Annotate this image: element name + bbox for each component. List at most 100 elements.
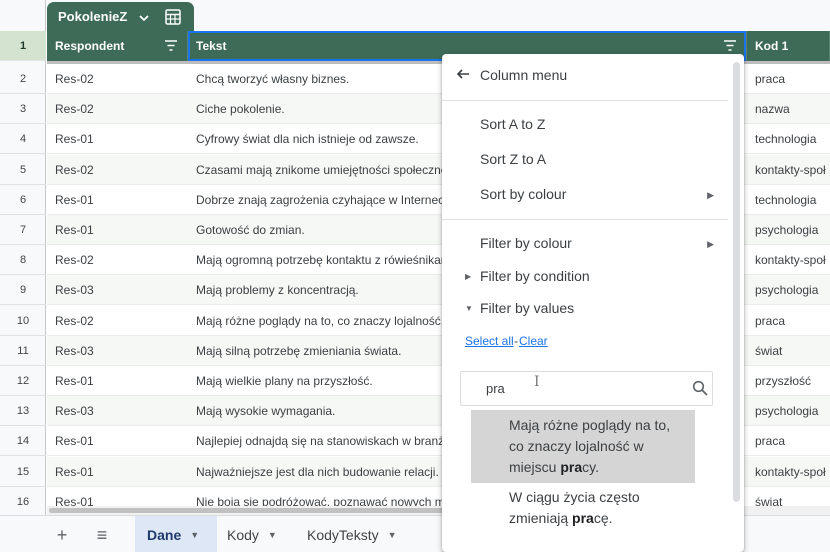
option-match: pra bbox=[560, 459, 583, 475]
column-menu: Column menu Sort A to Z Sort Z to A Sort… bbox=[442, 54, 744, 552]
cell-respondent[interactable]: Res-01 bbox=[47, 185, 188, 215]
cell-kod[interactable]: świat bbox=[747, 336, 830, 366]
all-sheets-button[interactable]: ≡ bbox=[93, 526, 111, 544]
search-icon[interactable] bbox=[692, 380, 708, 396]
cell-respondent[interactable]: Res-02 bbox=[47, 155, 188, 185]
filter-by-condition-item[interactable]: Filter by condition bbox=[480, 268, 590, 284]
clear-link[interactable]: Clear bbox=[519, 334, 548, 348]
cell-kod[interactable]: psychologia bbox=[747, 396, 830, 426]
column-menu-title[interactable]: Column menu bbox=[480, 67, 567, 83]
cell-kod[interactable]: praca bbox=[747, 306, 830, 336]
row-header[interactable]: 6 bbox=[0, 185, 46, 215]
caret-down-icon[interactable]: ▼ bbox=[268, 530, 277, 540]
chevron-down-icon[interactable] bbox=[138, 11, 150, 23]
cell-kod[interactable]: psychologia bbox=[747, 215, 830, 245]
cell-kod[interactable]: praca bbox=[747, 426, 830, 456]
select-all-link[interactable]: Select all bbox=[465, 334, 514, 348]
cell-respondent[interactable]: Res-01 bbox=[47, 457, 188, 487]
filter-icon[interactable] bbox=[165, 40, 177, 51]
sort-by-colour-item[interactable]: Sort by colour bbox=[480, 186, 566, 202]
row-header[interactable]: 12 bbox=[0, 366, 46, 396]
row-header[interactable]: 14 bbox=[0, 426, 46, 456]
cell-respondent[interactable]: Res-01 bbox=[47, 366, 188, 396]
add-sheet-button[interactable]: + bbox=[53, 526, 71, 544]
cell-respondent[interactable]: Res-03 bbox=[47, 396, 188, 426]
cell-kod[interactable]: psychologia bbox=[747, 275, 830, 305]
select-all-corner[interactable] bbox=[0, 0, 46, 31]
sheet-tab-kody[interactable]: Kody ▼ bbox=[215, 516, 297, 552]
row-header[interactable]: 2 bbox=[0, 64, 46, 94]
column-header-respondent[interactable]: Respondent bbox=[47, 31, 188, 61]
cell-respondent[interactable]: Res-01 bbox=[47, 124, 188, 154]
collapse-arrow-icon[interactable]: ▼ bbox=[465, 304, 473, 313]
expand-arrow-icon[interactable]: ▶ bbox=[465, 272, 471, 281]
table-name: PokolenieZ bbox=[58, 9, 128, 24]
option-match: pra bbox=[572, 510, 594, 526]
option-text: cę. bbox=[593, 510, 613, 526]
caret-down-icon[interactable]: ▼ bbox=[388, 530, 397, 540]
row-header[interactable]: 7 bbox=[0, 215, 46, 245]
row-header[interactable]: 11 bbox=[0, 336, 46, 366]
row-headers: 1 2 3 4 5 6 7 8 9 10 11 12 13 14 15 16 bbox=[0, 31, 46, 517]
cell-kod[interactable]: technologia bbox=[747, 124, 830, 154]
row-header[interactable]: 15 bbox=[0, 457, 46, 487]
row-header[interactable]: 9 bbox=[0, 275, 46, 305]
cell-respondent[interactable]: Res-03 bbox=[47, 275, 188, 305]
table-view-icon[interactable] bbox=[164, 8, 182, 26]
filter-by-colour-item[interactable]: Filter by colour bbox=[480, 235, 572, 251]
filter-value-option[interactable]: W ciągu życia często zmieniają pracę. bbox=[471, 482, 695, 534]
caret-down-icon[interactable]: ▼ bbox=[190, 530, 199, 540]
cell-respondent[interactable]: Res-01 bbox=[47, 215, 188, 245]
sheet-tab-dane[interactable]: Dane ▼ bbox=[135, 516, 217, 552]
cell-kod[interactable]: przyszłość bbox=[747, 366, 830, 396]
cell-kod[interactable]: technologia bbox=[747, 185, 830, 215]
cell-respondent[interactable]: Res-03 bbox=[47, 336, 188, 366]
cell-kod[interactable]: nazwa bbox=[747, 94, 830, 124]
column-header-label: Respondent bbox=[55, 39, 125, 53]
cell-kod[interactable]: praca bbox=[747, 64, 830, 94]
sort-z-to-a-item[interactable]: Sort Z to A bbox=[480, 151, 546, 167]
sheet-tab-kodyteksty[interactable]: KodyTeksty ▼ bbox=[295, 516, 420, 552]
cell-respondent[interactable]: Res-02 bbox=[47, 245, 188, 275]
table-name-chip[interactable]: PokolenieZ bbox=[47, 2, 194, 31]
menu-divider bbox=[442, 219, 728, 220]
sort-a-to-z-item[interactable]: Sort A to Z bbox=[480, 116, 545, 132]
back-arrow-icon[interactable] bbox=[456, 67, 470, 81]
row-header[interactable]: 10 bbox=[0, 306, 46, 336]
menu-scrollbar-thumb[interactable] bbox=[733, 62, 740, 502]
cell-respondent[interactable]: Res-01 bbox=[47, 426, 188, 456]
text-cursor-icon: I bbox=[534, 374, 540, 390]
row-header[interactable]: 4 bbox=[0, 124, 46, 154]
spreadsheet-app: PokolenieZ 1 2 3 4 5 6 7 8 9 10 11 12 13 14 15 16 Resp… bbox=[0, 0, 830, 552]
cell-respondent[interactable]: Res-02 bbox=[47, 306, 188, 336]
sheet-tab-label: KodyTeksty bbox=[307, 526, 379, 543]
row-header[interactable]: 3 bbox=[0, 94, 46, 124]
column-header-label: Tekst bbox=[196, 39, 227, 53]
menu-scrollbar[interactable] bbox=[730, 54, 744, 552]
row-header[interactable]: 16 bbox=[0, 487, 46, 517]
cell-respondent[interactable]: Res-02 bbox=[47, 64, 188, 94]
filter-value-option[interactable]: Mają różne poglądy na to, co znaczy loja… bbox=[471, 410, 695, 483]
option-text: cy. bbox=[582, 459, 600, 475]
filter-by-values-item[interactable]: Filter by values bbox=[480, 300, 574, 316]
menu-divider bbox=[442, 100, 728, 101]
cell-kod[interactable]: kontakty-społ bbox=[747, 155, 830, 185]
values-search-input[interactable]: pra I bbox=[460, 371, 713, 406]
sheet-tab-label: Kody bbox=[227, 526, 259, 543]
column-header-kod-1[interactable]: Kod 1 bbox=[747, 31, 830, 61]
search-value[interactable]: pra bbox=[486, 381, 505, 396]
sheet-tab-label: Dane bbox=[147, 526, 182, 543]
row-header[interactable]: 13 bbox=[0, 396, 46, 426]
submenu-arrow-icon: ▶ bbox=[707, 190, 714, 200]
submenu-arrow-icon: ▶ bbox=[707, 239, 714, 249]
filter-icon[interactable] bbox=[724, 40, 736, 51]
horizontal-scrollbar-thumb[interactable] bbox=[49, 508, 469, 513]
cell-respondent[interactable]: Res-02 bbox=[47, 94, 188, 124]
row-header-1[interactable]: 1 bbox=[0, 31, 46, 61]
column-header-label: Kod 1 bbox=[755, 39, 789, 53]
cell-kod[interactable]: kontakty-społ bbox=[747, 245, 830, 275]
link-separator: - bbox=[514, 334, 518, 348]
row-header[interactable]: 8 bbox=[0, 245, 46, 275]
row-header[interactable]: 5 bbox=[0, 155, 46, 185]
cell-kod[interactable]: kontakty-społ bbox=[747, 457, 830, 487]
